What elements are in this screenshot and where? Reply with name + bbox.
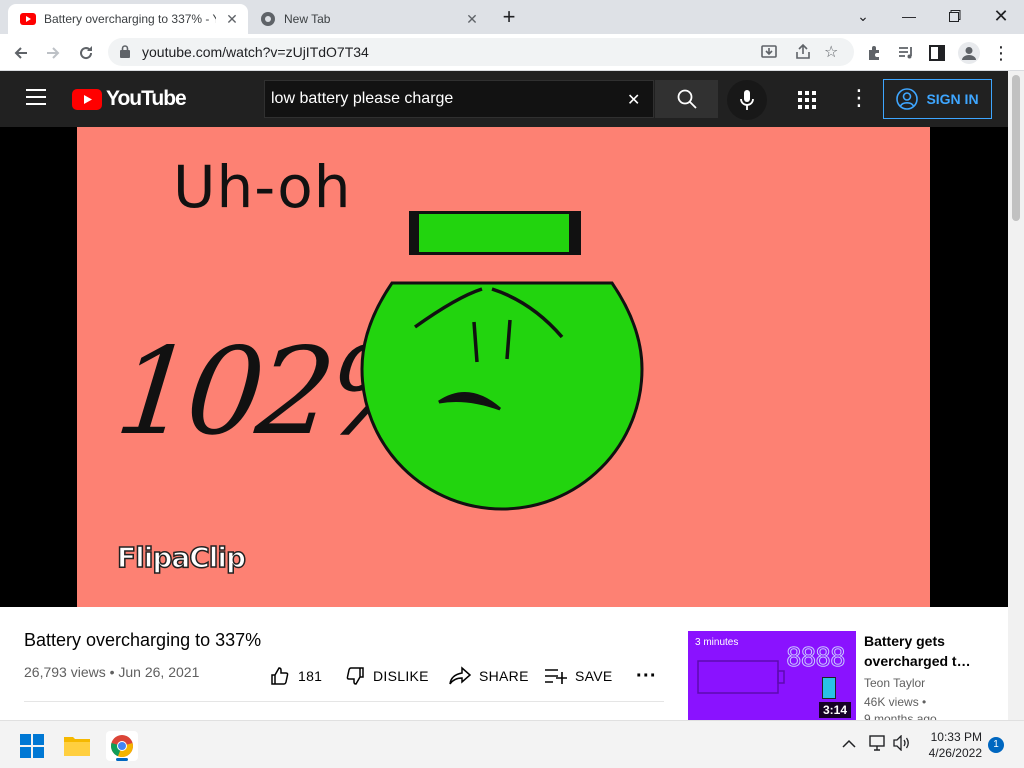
hamburger-menu-icon[interactable] <box>26 89 46 110</box>
tab-title: New Tab <box>284 12 331 26</box>
sign-in-button[interactable]: SIGN IN <box>883 79 992 119</box>
divider <box>24 701 664 702</box>
windows-taskbar: 10:33 PM 4/26/2022 1 <box>0 720 1024 768</box>
video-meta: 26,793 views • Jun 26, 2021 <box>24 664 200 680</box>
playlist-add-icon <box>545 669 567 684</box>
flipaclip-watermark: FlipaClip <box>116 540 247 575</box>
youtube-favicon-icon <box>20 11 36 27</box>
network-icon[interactable] <box>869 735 887 756</box>
dislike-button[interactable]: DISLIKE <box>345 666 429 686</box>
search-button[interactable] <box>655 80 718 118</box>
chrome-taskbar-button[interactable] <box>106 731 138 761</box>
video-title: Battery overcharging to 337% <box>24 630 262 650</box>
video-uh-oh-text: Uh-oh <box>173 153 352 221</box>
recommended-thumbnail[interactable]: 3 minutes 8888 3:14 <box>688 631 856 720</box>
close-window-icon[interactable]: ✕ <box>978 0 1024 32</box>
share-page-icon[interactable] <box>794 43 812 66</box>
clock[interactable]: 10:33 PM 4/26/2022 <box>926 729 982 761</box>
save-button[interactable]: SAVE <box>545 666 613 686</box>
thumb-battery-drawing <box>697 660 785 694</box>
dislike-label: DISLIKE <box>373 668 429 684</box>
share-arrow-icon <box>449 666 471 685</box>
lock-icon[interactable] <box>120 45 130 63</box>
recommended-channel[interactable]: Teon Taylor <box>864 676 925 690</box>
youtube-logo-text: YouTube <box>106 87 187 110</box>
video-duration: 3:14 <box>819 702 852 718</box>
microphone-icon <box>740 90 754 110</box>
tab-title: Battery overcharging to 337% - YouTube <box>44 12 216 26</box>
battery-character <box>360 211 644 511</box>
video-frame[interactable]: Uh-oh 102% FlipaClip <box>77 127 930 607</box>
apps-grid-icon[interactable] <box>798 91 816 114</box>
notification-badge[interactable]: 1 <box>988 737 1004 753</box>
install-icon[interactable] <box>760 43 778 66</box>
like-count: 181 <box>298 668 323 684</box>
voice-search-button[interactable] <box>727 80 767 120</box>
like-button[interactable]: 181 <box>270 666 322 686</box>
minimize-icon[interactable]: — <box>886 0 932 32</box>
reload-icon[interactable] <box>73 40 99 66</box>
volume-icon[interactable] <box>893 734 911 756</box>
file-explorer-icon[interactable] <box>64 734 90 761</box>
thumb-phone-icon <box>822 677 836 699</box>
youtube-logo[interactable]: YouTube <box>72 87 187 111</box>
url-text: youtube.com/watch?v=zUjITdO7T34 <box>142 44 369 60</box>
tab-new-tab[interactable]: New Tab ✕ <box>248 4 488 34</box>
video-info: Battery overcharging to 337% 26,793 view… <box>0 607 1008 726</box>
search-box[interactable]: ✕ <box>264 80 654 118</box>
close-tab-icon[interactable]: ✕ <box>464 11 480 27</box>
settings-more-icon[interactable]: ⋮ <box>848 85 870 111</box>
clock-date: 4/26/2022 <box>928 746 982 760</box>
thumb-label: 3 minutes <box>695 637 739 648</box>
show-hidden-icons-icon[interactable] <box>842 736 856 752</box>
address-bar[interactable]: youtube.com/watch?v=zUjITdO7T34 ☆ <box>108 38 854 66</box>
clear-search-icon[interactable]: ✕ <box>627 90 640 110</box>
recommended-views: 46K views • <box>864 695 927 709</box>
back-icon[interactable] <box>8 40 34 66</box>
chrome-favicon-icon <box>260 11 276 27</box>
tab-youtube[interactable]: Battery overcharging to 337% - YouTube ✕ <box>8 4 248 34</box>
extensions-icon[interactable] <box>861 40 887 66</box>
clock-time: 10:33 PM <box>930 730 982 744</box>
media-control-icon[interactable] <box>893 40 919 66</box>
share-button[interactable]: SHARE <box>449 666 529 686</box>
thumbs-up-icon <box>271 667 289 685</box>
tab-search-icon[interactable]: ⌄ <box>840 0 886 32</box>
chrome-menu-icon[interactable]: ⋮ <box>988 40 1014 66</box>
active-app-indicator <box>116 758 128 761</box>
search-input[interactable] <box>265 81 625 117</box>
scrollbar-thumb[interactable] <box>1012 75 1020 221</box>
more-actions-icon[interactable]: ··· <box>636 665 657 687</box>
thumbs-down-icon <box>346 667 364 685</box>
video-player[interactable]: Uh-oh 102% FlipaClip <box>0 127 1008 607</box>
sign-in-label: SIGN IN <box>926 91 979 107</box>
youtube-header: YouTube ✕ ⋮ SIGN IN <box>0 71 1008 127</box>
windows-start-icon[interactable] <box>20 734 44 763</box>
page-scrollbar[interactable] <box>1008 71 1024 720</box>
youtube-play-icon <box>72 88 102 110</box>
search-icon <box>677 89 697 109</box>
new-tab-icon[interactable]: + <box>497 6 521 30</box>
thumb-digital-display: 8888 <box>786 643 847 674</box>
profile-icon[interactable] <box>956 40 982 66</box>
bookmark-star-icon[interactable]: ☆ <box>824 42 838 62</box>
save-label: SAVE <box>575 668 613 684</box>
account-icon <box>896 88 919 110</box>
browser-toolbar: youtube.com/watch?v=zUjITdO7T34 ☆ ⋮ <box>0 34 1024 71</box>
forward-icon[interactable] <box>40 40 66 66</box>
chrome-icon <box>111 735 133 758</box>
close-tab-icon[interactable]: ✕ <box>224 11 240 27</box>
tab-strip: Battery overcharging to 337% - YouTube ✕… <box>0 0 1024 34</box>
side-panel-icon[interactable] <box>924 40 950 66</box>
share-label: SHARE <box>479 668 529 684</box>
maximize-icon[interactable] <box>932 0 978 32</box>
recommended-title[interactable]: Battery gets overcharged t… <box>864 631 984 671</box>
